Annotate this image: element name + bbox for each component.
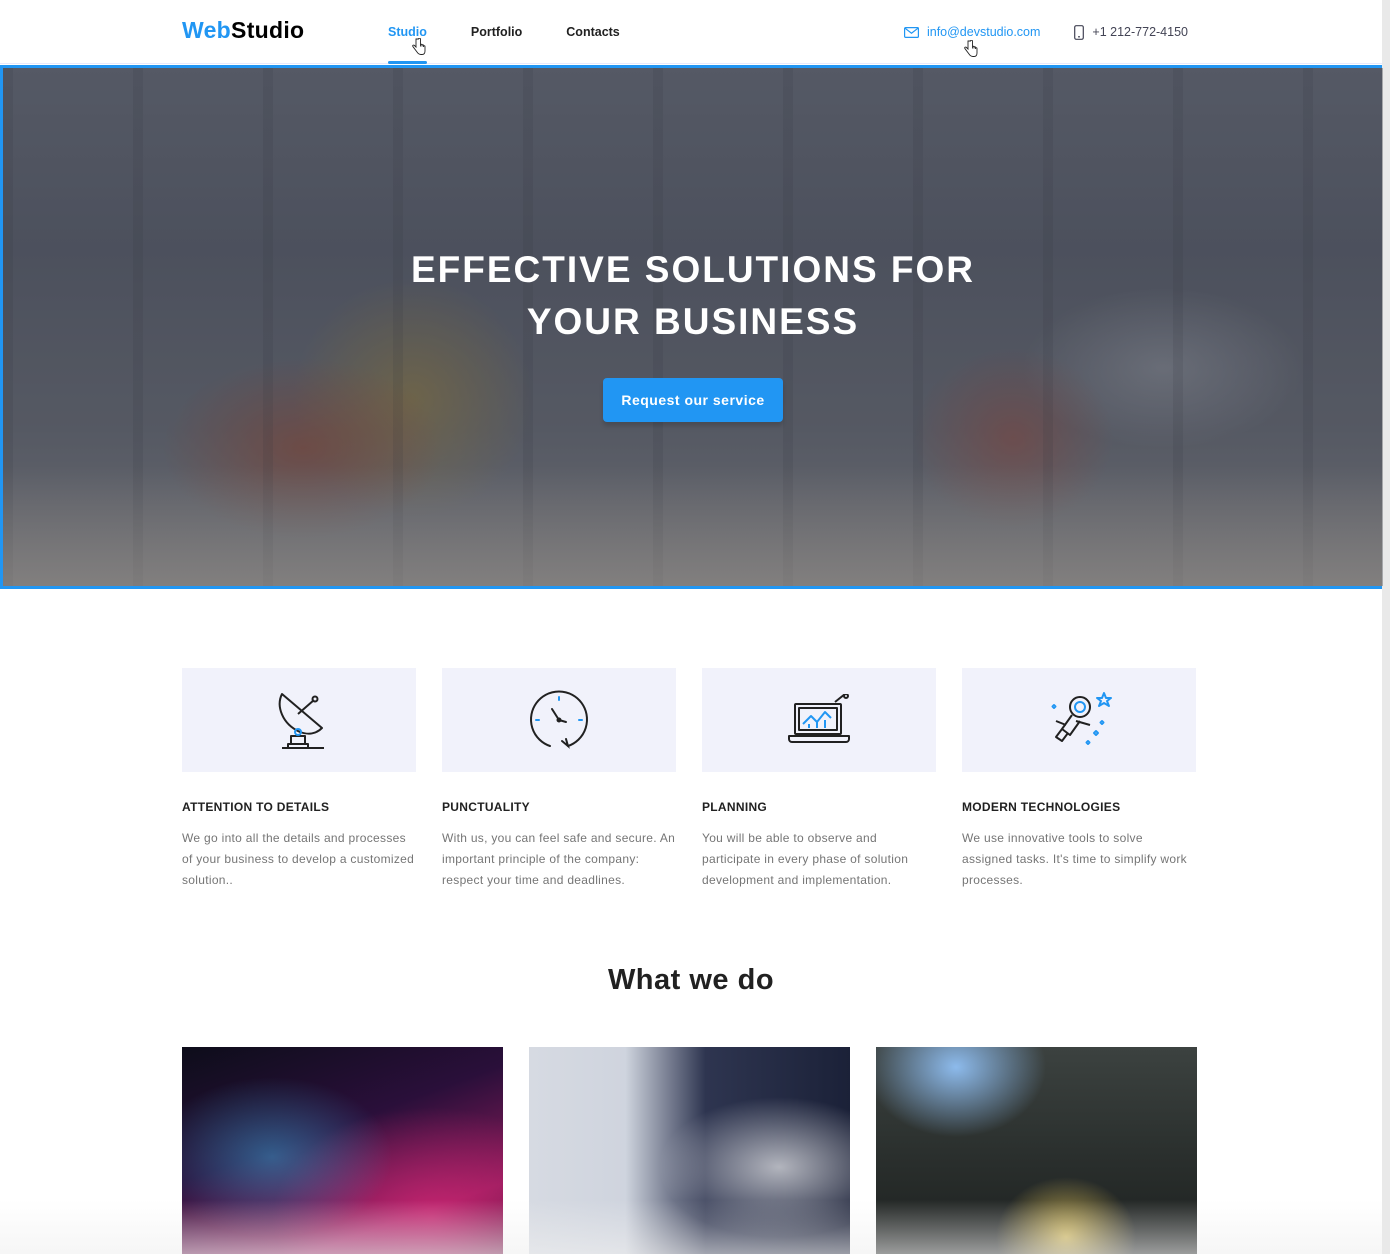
nav-portfolio[interactable]: Portfolio — [471, 0, 522, 64]
feature-text: We use innovative tools to solve assigne… — [962, 831, 1187, 887]
envelope-icon — [903, 26, 919, 38]
feature-title: PLANNING — [702, 800, 768, 814]
phone-icon — [1074, 24, 1085, 40]
feature-item: PLANNING You will be able to observe and… — [702, 668, 936, 891]
page-scrollbar[interactable] — [1382, 0, 1390, 1254]
laptop-chart-icon — [788, 694, 850, 743]
clock-icon — [530, 690, 588, 749]
feature-icon-box — [702, 668, 936, 772]
feature-text: You will be able to observe and particip… — [702, 831, 909, 887]
feature-item: PUNCTUALITY With us, you can feel safe a… — [442, 668, 676, 891]
astronaut-icon — [1051, 692, 1112, 745]
hand-cursor-icon — [964, 40, 978, 57]
hero-title: EFFECTIVE SOLUTIONS FOR YOUR BUSINESS — [410, 249, 976, 342]
email-text: info@devstudio.com — [926, 25, 1041, 39]
portfolio-image-ui-design[interactable] — [529, 1047, 850, 1254]
hero-content: EFFECTIVE SOLUTIONS FOR YOUR BUSINESS Re… — [3, 244, 1383, 422]
logo-studio: Studio — [231, 17, 305, 43]
phone-text: +1 212-772-4150 — [1092, 25, 1188, 39]
feature-icon-box — [182, 668, 416, 772]
hero-section: EFFECTIVE SOLUTIONS FOR YOUR BUSINESS Re… — [0, 65, 1386, 589]
feature-text: We go into all the details and processes… — [182, 831, 415, 887]
request-service-button[interactable]: Request our service — [603, 378, 783, 422]
portfolio-image-color-palette[interactable] — [876, 1047, 1197, 1254]
phone-link[interactable]: +1 212-772-4150 — [1074, 24, 1188, 40]
feature-title: PUNCTUALITY — [442, 800, 530, 814]
logo-web: Web — [182, 17, 232, 43]
feature-text: With us, you can feel safe and secure. A… — [442, 831, 676, 887]
header-contacts: info@devstudio.com +1 212-772-4150 — [903, 0, 1188, 64]
main-nav: Studio Portfolio Contacts — [388, 0, 664, 64]
features-list: ATTENTION TO DETAILS We go into all the … — [182, 668, 1196, 891]
feature-icon-box — [442, 668, 676, 772]
feature-item: ATTENTION TO DETAILS We go into all the … — [182, 668, 416, 891]
portfolio-image-coding[interactable] — [182, 1047, 503, 1254]
hand-cursor-icon — [412, 38, 426, 55]
feature-title: ATTENTION TO DETAILS — [182, 800, 330, 814]
nav-contacts[interactable]: Contacts — [566, 0, 619, 64]
portfolio-grid — [182, 1047, 1197, 1254]
email-link[interactable]: info@devstudio.com — [903, 25, 1041, 39]
feature-icon-box — [962, 668, 1196, 772]
feature-item: MODERN TECHNOLOGIES We use innovative to… — [962, 668, 1196, 891]
site-header: WebStudio Studio Portfolio Contacts info… — [0, 0, 1382, 64]
feature-title: MODERN TECHNOLOGIES — [962, 800, 1121, 814]
section-title: What we do — [607, 964, 775, 996]
satellite-dish-icon — [278, 693, 324, 749]
logo[interactable]: WebStudio — [182, 17, 304, 44]
